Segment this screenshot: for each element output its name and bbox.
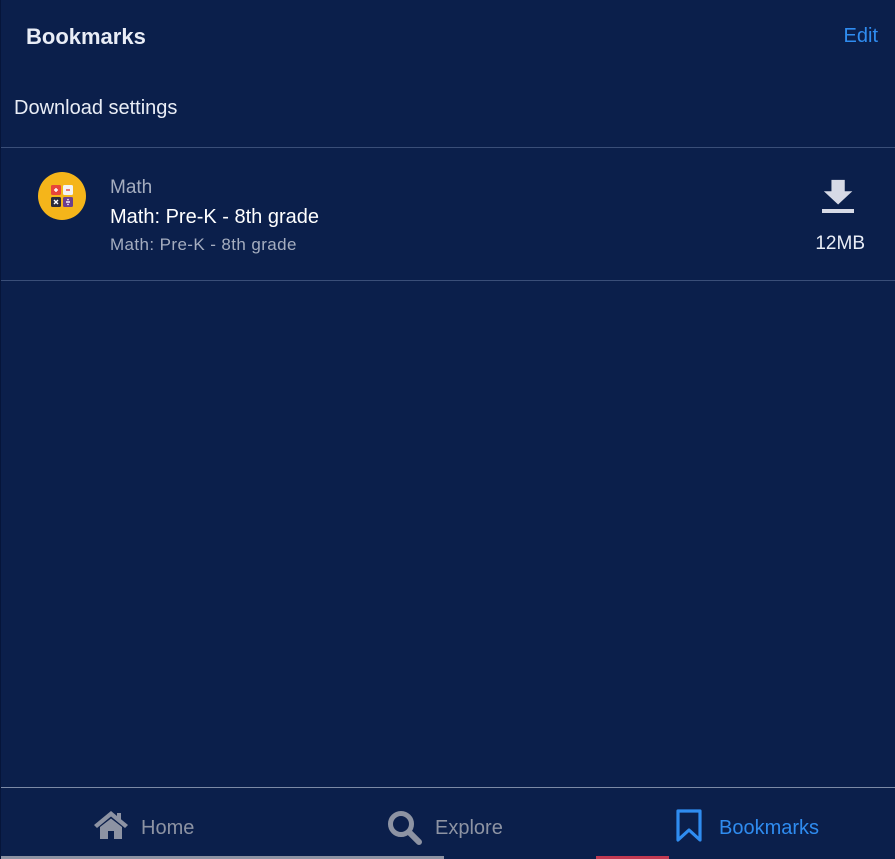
nav-bookmarks-label: Bookmarks <box>719 817 820 839</box>
nav-bookmarks[interactable]: Bookmarks <box>675 788 825 859</box>
bookmarks-screen: Bookmarks Edit Download settings Math Ma… <box>0 0 895 859</box>
nav-home-label: Home <box>141 817 195 839</box>
download-icon[interactable] <box>820 177 856 217</box>
bookmark-category: Math <box>110 177 153 198</box>
bottom-nav: Home Explore Bookmarks <box>1 787 895 859</box>
home-icon <box>93 810 129 845</box>
bookmark-item[interactable]: Math Math: Pre-K - 8th grade Math: Pre-K… <box>1 148 895 280</box>
bookmark-icon <box>675 809 703 848</box>
bookmark-size: 12MB <box>815 233 865 254</box>
search-icon <box>387 810 423 851</box>
download-settings-link[interactable]: Download settings <box>14 97 177 120</box>
nav-explore-label: Explore <box>435 817 503 839</box>
divider <box>1 280 895 281</box>
nav-explore[interactable]: Explore <box>387 788 507 859</box>
bookmark-subtitle: Math: Pre-K - 8th grade <box>110 235 297 254</box>
calculator-icon <box>38 172 86 220</box>
bookmark-title: Math: Pre-K - 8th grade <box>110 206 319 228</box>
nav-home[interactable]: Home <box>93 788 203 859</box>
edit-button[interactable]: Edit <box>844 25 878 48</box>
header: Bookmarks Edit <box>1 0 895 74</box>
page-title: Bookmarks <box>26 24 146 49</box>
